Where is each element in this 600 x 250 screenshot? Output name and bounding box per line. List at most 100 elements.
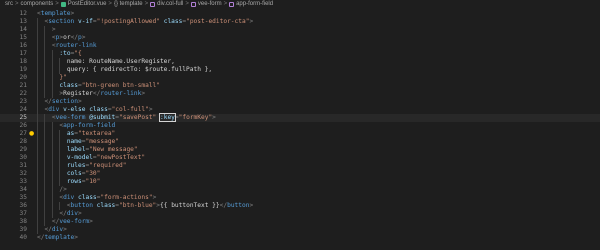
- line-number[interactable]: 29: [0, 146, 27, 154]
- line-number[interactable]: 35: [0, 194, 27, 202]
- line-number[interactable]: 34: [0, 186, 27, 194]
- breadcrumb-item-vee-form[interactable]: vee-form: [190, 0, 222, 9]
- code-text[interactable]: <template>: [37, 10, 74, 18]
- line-number[interactable]: 14: [0, 26, 27, 34]
- code-line[interactable]: 15 <p>or</p>: [0, 34, 600, 42]
- code-text[interactable]: label="New message": [67, 146, 138, 154]
- breadcrumb-item-template[interactable]: {} template: [114, 0, 143, 9]
- code-line[interactable]: 17 :to="{: [0, 50, 600, 58]
- code-text[interactable]: <section v-if="!postingAllowed" class="p…: [44, 18, 253, 26]
- code-text[interactable]: }": [59, 74, 66, 82]
- code-line[interactable]: 18 name: RouteName.UserRegister,: [0, 58, 600, 66]
- code-line[interactable]: 16 <router-link: [0, 42, 600, 50]
- code-line[interactable]: 19 query: { redirectTo: $route.fullPath }…: [0, 66, 600, 74]
- line-number[interactable]: 23: [0, 98, 27, 106]
- code-text[interactable]: :to="{: [59, 50, 81, 58]
- line-number[interactable]: 26: [0, 122, 27, 130]
- code-text[interactable]: >Register</router-link>: [59, 90, 145, 98]
- code-line[interactable]: 22 >Register</router-link>: [0, 90, 600, 98]
- line-number[interactable]: 16: [0, 42, 27, 50]
- code-text[interactable]: </div>: [44, 226, 66, 234]
- code-text[interactable]: </section>: [44, 98, 81, 106]
- code-line[interactable]: 24 <div v-else class="col-full">: [0, 106, 600, 114]
- line-number[interactable]: 39: [0, 226, 27, 234]
- code-text[interactable]: v-model="newPostText": [67, 154, 145, 162]
- line-number[interactable]: 22: [0, 90, 27, 98]
- code-text[interactable]: <vee-form @submit="savePost" :key="formK…: [52, 113, 216, 122]
- code-text[interactable]: <p>or</p>: [52, 34, 86, 42]
- code-line[interactable]: 28 name="message": [0, 138, 600, 146]
- indent-guide: [37, 194, 38, 202]
- code-line[interactable]: 23 </section>: [0, 98, 600, 106]
- code-line[interactable]: 21 class="btn-green btn-small": [0, 82, 600, 90]
- code-text[interactable]: <div class="form-actions">: [59, 194, 156, 202]
- code-text[interactable]: rows="10": [67, 178, 101, 186]
- line-number[interactable]: 20: [0, 74, 27, 82]
- code-line[interactable]: 32 cols="30": [0, 170, 600, 178]
- code-text[interactable]: query: { redirectTo: $route.fullPath },: [67, 66, 212, 74]
- code-line[interactable]: 26 <app-form-field: [0, 122, 600, 130]
- line-number[interactable]: 25: [0, 114, 27, 122]
- code-editor[interactable]: 12 <template> 13 <section v-if="!postingAll…: [0, 9, 600, 250]
- line-number[interactable]: 19: [0, 66, 27, 74]
- code-text[interactable]: name: RouteName.UserRegister,: [67, 58, 175, 66]
- code-text[interactable]: />: [59, 186, 66, 194]
- line-number[interactable]: 21: [0, 82, 27, 90]
- code-line[interactable]: 31 rules="required": [0, 162, 600, 170]
- code-text[interactable]: <router-link: [52, 42, 97, 50]
- code-text[interactable]: as="textarea": [67, 130, 115, 138]
- code-line[interactable]: 33 rows="10": [0, 178, 600, 186]
- line-number[interactable]: 13: [0, 18, 27, 26]
- code-line[interactable]: 12 <template>: [0, 10, 600, 18]
- line-number[interactable]: 37: [0, 210, 27, 218]
- code-line[interactable]: 14 >: [0, 26, 600, 34]
- line-number[interactable]: 12: [0, 10, 27, 18]
- line-number[interactable]: 40: [0, 234, 27, 242]
- code-text[interactable]: </vee-form>: [52, 218, 93, 226]
- indent-guide: [44, 122, 46, 130]
- line-number[interactable]: 15: [0, 34, 27, 42]
- code-line[interactable]: 37 </div>: [0, 210, 600, 218]
- code-text[interactable]: <button class="btn-blue">{{ buttonText }…: [67, 202, 253, 210]
- breadcrumb-item-file[interactable]: PostEditor.vue: [60, 0, 106, 9]
- code-line[interactable]: 13 <section v-if="!postingAllowed" class=…: [0, 18, 600, 26]
- line-number[interactable]: 33: [0, 178, 27, 186]
- code-text[interactable]: </template>: [37, 234, 78, 242]
- line-number[interactable]: 24: [0, 106, 27, 114]
- line-number[interactable]: 32: [0, 170, 27, 178]
- breadcrumb-item-components[interactable]: components: [21, 0, 54, 9]
- code-line[interactable]: 39 </div>: [0, 226, 600, 234]
- code-text[interactable]: rules="required": [67, 162, 127, 170]
- line-number[interactable]: 30: [0, 154, 27, 162]
- code-line[interactable]: 34 />: [0, 186, 600, 194]
- code-text[interactable]: name="message": [67, 138, 119, 146]
- line-number[interactable]: 27: [0, 130, 27, 138]
- line-number[interactable]: 18: [0, 58, 27, 66]
- breadcrumb-item-app-form-field[interactable]: app-form-field: [229, 0, 273, 9]
- code-text[interactable]: >: [52, 26, 56, 34]
- line-number[interactable]: 36: [0, 202, 27, 210]
- lightbulb-icon[interactable]: ●: [29, 130, 34, 138]
- code-line[interactable]: 35 <div class="form-actions">: [0, 194, 600, 202]
- code-text[interactable]: <app-form-field: [59, 122, 115, 130]
- line-number[interactable]: 31: [0, 162, 27, 170]
- code-text[interactable]: <div v-else class="col-full">: [44, 106, 152, 114]
- code-line[interactable]: 30 v-model="newPostText": [0, 154, 600, 162]
- line-number[interactable]: 38: [0, 218, 27, 226]
- line-number[interactable]: 17: [0, 50, 27, 58]
- indent-guide: [59, 162, 61, 170]
- code-line[interactable]: 36 <button class="btn-blue">{{ buttonText…: [0, 202, 600, 210]
- breadcrumb[interactable]: src > components > PostEditor.vue > {} t…: [0, 0, 600, 9]
- line-number[interactable]: 28: [0, 138, 27, 146]
- code-text[interactable]: class="btn-green btn-small": [59, 82, 160, 90]
- code-line[interactable]: 29 label="New message": [0, 146, 600, 154]
- code-text[interactable]: </div>: [59, 210, 81, 218]
- code-line[interactable]: 25 <vee-form @submit="savePost" :key="for…: [0, 113, 600, 122]
- code-text[interactable]: cols="30": [67, 170, 101, 178]
- code-line[interactable]: 27 ● as="textarea": [0, 130, 600, 138]
- code-line[interactable]: 40 </template>: [0, 234, 600, 242]
- breadcrumb-item-src[interactable]: src: [5, 0, 13, 9]
- breadcrumb-item-div[interactable]: div.col-full: [150, 0, 183, 9]
- code-line[interactable]: 38 </vee-form>: [0, 218, 600, 226]
- code-line[interactable]: 20 }": [0, 74, 600, 82]
